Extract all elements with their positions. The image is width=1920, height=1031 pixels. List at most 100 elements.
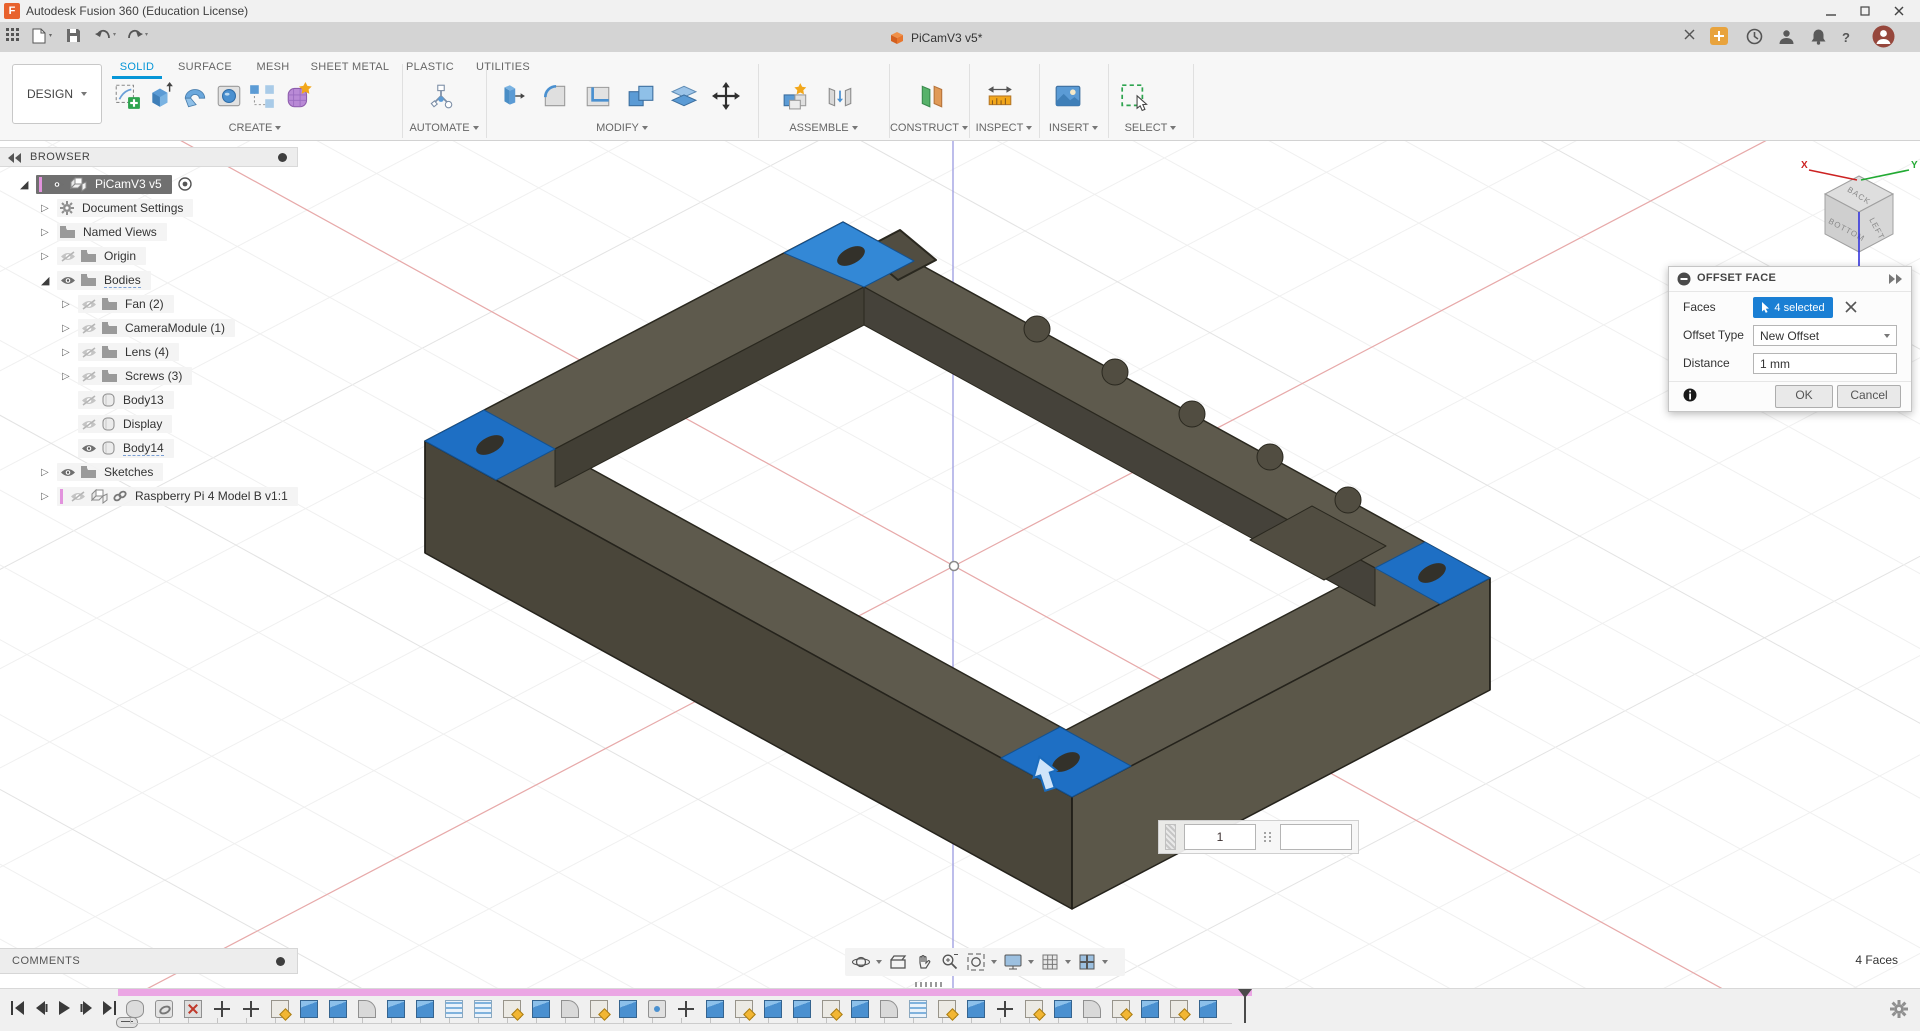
close-document-tab-icon[interactable] (1684, 28, 1704, 46)
browser-item-bodies[interactable]: ◢ Bodies (41, 269, 151, 291)
visibility-eye-icon[interactable] (60, 250, 76, 262)
expand-arrow-icon[interactable]: ▷ (41, 467, 55, 478)
browser-item-lens-4[interactable]: ▷ Lens (4) (62, 341, 180, 363)
timeline-feature-sketch-icon[interactable] (938, 1000, 956, 1018)
create-form-icon[interactable] (285, 82, 313, 110)
group-label-construct[interactable]: CONSTRUCT (889, 122, 969, 134)
orbit-icon[interactable] (851, 952, 882, 972)
expand-arrow-icon[interactable]: ▷ (41, 203, 55, 214)
go-to-start-button[interactable] (10, 1000, 28, 1016)
offset-type-dropdown[interactable]: New Offset (1753, 325, 1897, 346)
cancel-button[interactable]: Cancel (1837, 385, 1901, 408)
group-label-assemble[interactable]: ASSEMBLE (758, 122, 889, 134)
viewports-icon[interactable] (1077, 952, 1108, 972)
combine-icon[interactable] (627, 82, 655, 110)
timeline-feature-extrude-icon[interactable] (387, 1000, 405, 1018)
expand-arrow-icon[interactable]: ▷ (62, 371, 76, 382)
browser-item-label[interactable]: Document Settings (82, 201, 183, 215)
browser-item-sketches[interactable]: ▷ Sketches (41, 461, 164, 483)
browser-item-fan-2[interactable]: ▷ Fan (2) (62, 293, 174, 315)
dialog-dock-icon[interactable] (1889, 274, 1903, 284)
browser-item-screws-3[interactable]: ▷ Screws (3) (62, 365, 193, 387)
pan-icon[interactable] (914, 952, 934, 972)
zoom-icon[interactable] (940, 952, 960, 972)
visibility-eye-icon[interactable] (81, 443, 97, 454)
move-copy-icon[interactable] (712, 82, 740, 110)
display-settings-icon[interactable] (1003, 952, 1034, 972)
redo-icon[interactable] (126, 28, 148, 46)
group-label-select[interactable]: SELECT (1108, 122, 1193, 134)
timeline-feature-thread-icon[interactable] (474, 1000, 492, 1018)
file-menu-icon[interactable] (32, 28, 52, 46)
measure-icon[interactable] (986, 82, 1014, 110)
grip-dots-icon[interactable] (1264, 832, 1272, 842)
browser-item-label[interactable]: PiCamV3 v5 (95, 177, 162, 191)
save-icon[interactable] (66, 28, 86, 46)
browser-item-display[interactable]: Display (62, 413, 173, 435)
timeline-feature-extrude-icon[interactable] (300, 1000, 318, 1018)
dialog-header[interactable]: OFFSET FACE (1669, 267, 1911, 292)
timeline-group-bar[interactable] (118, 989, 1252, 996)
model-front-left-face[interactable] (424, 440, 1073, 910)
info-icon[interactable] (1683, 388, 1697, 402)
timeline-feature-delete-icon[interactable] (184, 1000, 202, 1018)
browser-item-label[interactable]: Sketches (104, 465, 153, 479)
browser-item-document-settings[interactable]: ▷ Document Settings (41, 197, 194, 219)
user-avatar[interactable] (1872, 25, 1895, 48)
expand-arrow-icon[interactable]: ▷ (62, 323, 76, 334)
browser-item-raspberry-pi-4-model-b-v1-1[interactable]: ▷ Raspberry Pi 4 Model B v1:1 (41, 485, 298, 507)
timeline-feature-fillet-icon[interactable] (1083, 1000, 1101, 1018)
visibility-eye-icon[interactable] (81, 418, 97, 430)
viewport-canvas[interactable] (0, 140, 1920, 988)
timeline-feature-move-icon[interactable] (242, 1000, 260, 1018)
manipulator-secondary-input[interactable] (1280, 824, 1352, 850)
collapse-panel-icon[interactable] (8, 153, 22, 163)
maximize-button[interactable] (1848, 0, 1882, 22)
collapse-arrow-icon[interactable]: ◢ (41, 274, 55, 287)
browser-item-label[interactable]: Display (123, 417, 162, 431)
visibility-eye-icon[interactable] (81, 322, 97, 334)
visibility-eye-icon[interactable] (81, 298, 97, 310)
group-label-modify[interactable]: MODIFY (486, 122, 758, 134)
select-tool-icon[interactable] (1118, 82, 1154, 116)
drag-handle[interactable] (1165, 824, 1176, 850)
browser-item-named-views[interactable]: ▷ Named Views (41, 221, 167, 243)
timeline-feature-extrude-icon[interactable] (329, 1000, 347, 1018)
visibility-eye-icon[interactable] (81, 394, 97, 406)
pattern-icon[interactable] (248, 82, 276, 110)
joint-icon[interactable] (826, 82, 854, 110)
fillet-icon[interactable] (541, 82, 569, 110)
undo-icon[interactable] (94, 28, 116, 46)
timeline-feature-sketch-icon[interactable] (822, 1000, 840, 1018)
visibility-eye-icon[interactable] (81, 370, 97, 382)
step-back-button[interactable] (33, 1000, 51, 1016)
notifications-bell-icon[interactable] (1810, 28, 1830, 46)
comments-panel-dot[interactable] (276, 957, 285, 966)
timeline-feature-sketch-icon[interactable] (1112, 1000, 1130, 1018)
construct-plane-icon[interactable] (918, 82, 946, 110)
revolve-icon[interactable] (181, 82, 209, 110)
timeline-feature-sketch-icon[interactable] (1025, 1000, 1043, 1018)
browser-item-label[interactable]: Body13 (123, 393, 164, 407)
timeline-feature-body-icon[interactable] (126, 1000, 144, 1018)
timeline-splitter-grip[interactable] (915, 982, 943, 987)
timeline-feature-link-icon[interactable] (155, 1000, 173, 1018)
browser-item-label[interactable]: Body14 (123, 441, 164, 456)
browser-item-label[interactable]: Origin (104, 249, 136, 263)
look-at-icon[interactable] (888, 952, 908, 972)
document-tab[interactable]: PiCamV3 v5* (890, 27, 982, 49)
view-cube[interactable]: BACK BOTTOM LEFT X Y Z (1795, 148, 1920, 280)
browser-panel-header[interactable]: BROWSER (0, 147, 298, 167)
clear-selection-icon[interactable] (1845, 301, 1857, 313)
step-forward-button[interactable] (79, 1000, 97, 1016)
browser-item-label[interactable]: CameraModule (1) (125, 321, 225, 335)
timeline-feature-thread-icon[interactable] (909, 1000, 927, 1018)
automate-icon[interactable] (427, 82, 455, 110)
timeline-feature-move-icon[interactable] (996, 1000, 1014, 1018)
timeline-settings-gear-icon[interactable] (1890, 1000, 1908, 1018)
timeline-feature-extrude-icon[interactable] (1199, 1000, 1217, 1018)
timeline-feature-sketch-icon[interactable] (503, 1000, 521, 1018)
timeline-feature-extrude-icon[interactable] (1141, 1000, 1159, 1018)
play-button[interactable] (56, 1000, 74, 1016)
timeline-feature-sketch-icon[interactable] (1170, 1000, 1188, 1018)
